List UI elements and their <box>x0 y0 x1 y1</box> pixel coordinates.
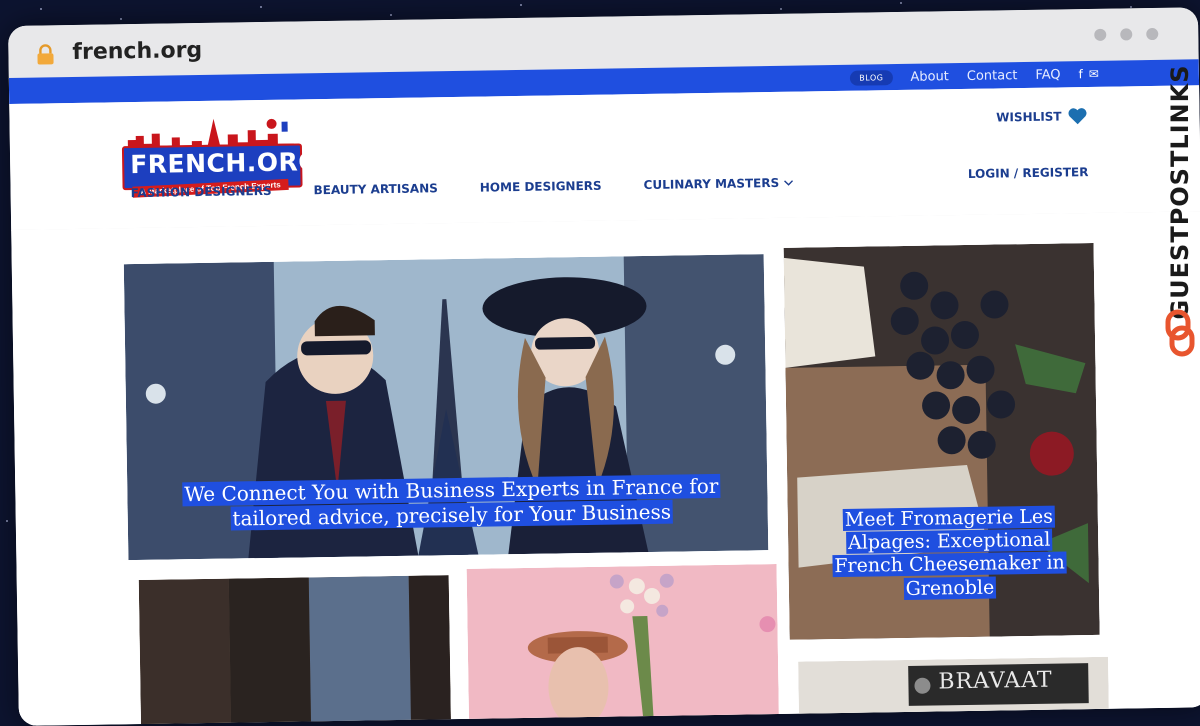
hero-caption-text: We Connect You with Business Experts in … <box>182 474 721 531</box>
hero-card[interactable]: We Connect You with Business Experts in … <box>123 254 769 561</box>
chain-link-icon <box>1165 309 1195 357</box>
fashion-card[interactable] <box>138 575 452 726</box>
cheesemaker-caption-text: Meet Fromagerie Les Alpages: Exceptional… <box>832 505 1067 600</box>
heart-icon <box>1068 108 1087 125</box>
nav-item-home-designers[interactable]: HOME DESIGNERS <box>480 179 602 195</box>
window-dot-icon[interactable] <box>1120 28 1133 41</box>
contact-link[interactable]: Contact <box>967 68 1018 84</box>
fashion-photo <box>138 575 452 726</box>
window-dot-icon[interactable] <box>1146 27 1159 41</box>
featured-grid: We Connect You with Business Experts in … <box>11 211 1200 726</box>
nav-item-fashion-designers[interactable]: FASHION DESIGNERS <box>131 184 272 200</box>
site-header: FRENCH.ORG A Marketplace of Top French E… <box>9 85 1200 231</box>
browser-window: french.org BLOG About Contact FAQ f ✉ FR… <box>8 7 1200 726</box>
social-links: f ✉ <box>1078 67 1099 81</box>
wishlist-link[interactable]: WISHLIST <box>996 107 1088 126</box>
watermark-text: GUESTPOSTLINKS <box>1166 64 1194 320</box>
faq-link[interactable]: FAQ <box>1035 67 1060 82</box>
beauty-card[interactable] <box>466 563 780 726</box>
cheesemaker-card[interactable]: Meet Fromagerie Les Alpages: Exceptional… <box>783 242 1100 640</box>
nav-item-culinary-masters[interactable]: CULINARY MASTERS <box>644 176 794 192</box>
watermark: GUESTPOSTLINKS <box>1158 58 1200 358</box>
hero-caption: We Connect You with Business Experts in … <box>145 474 758 532</box>
email-icon[interactable]: ✉ <box>1089 67 1099 81</box>
wishlist-label: WISHLIST <box>996 109 1062 125</box>
chevron-down-icon <box>783 180 793 186</box>
website: BLOG About Contact FAQ f ✉ FRENCH.ORG A … <box>8 59 1200 726</box>
about-link[interactable]: About <box>910 69 949 85</box>
lock-icon <box>37 44 54 65</box>
cheesemaker-caption: Meet Fromagerie Les Alpages: Exceptional… <box>828 505 1071 601</box>
url-text[interactable]: french.org <box>72 38 202 65</box>
flowers-photo <box>466 563 780 726</box>
window-controls <box>1094 27 1159 41</box>
window-dot-icon[interactable] <box>1094 28 1107 41</box>
nav-item-label: CULINARY MASTERS <box>643 175 780 193</box>
shop-card[interactable]: BRAVAAT <box>798 656 1109 722</box>
shop-sign-text: BRAVAAT <box>938 667 1053 695</box>
facebook-icon[interactable]: f <box>1078 67 1082 81</box>
logo-text: FRENCH.ORG <box>129 147 320 180</box>
nav-item-beauty-artisans[interactable]: BEAUTY ARTISANS <box>313 181 438 197</box>
blog-link[interactable]: BLOG <box>850 69 893 86</box>
login-register-link[interactable]: LOGIN / REGISTER <box>968 165 1089 181</box>
